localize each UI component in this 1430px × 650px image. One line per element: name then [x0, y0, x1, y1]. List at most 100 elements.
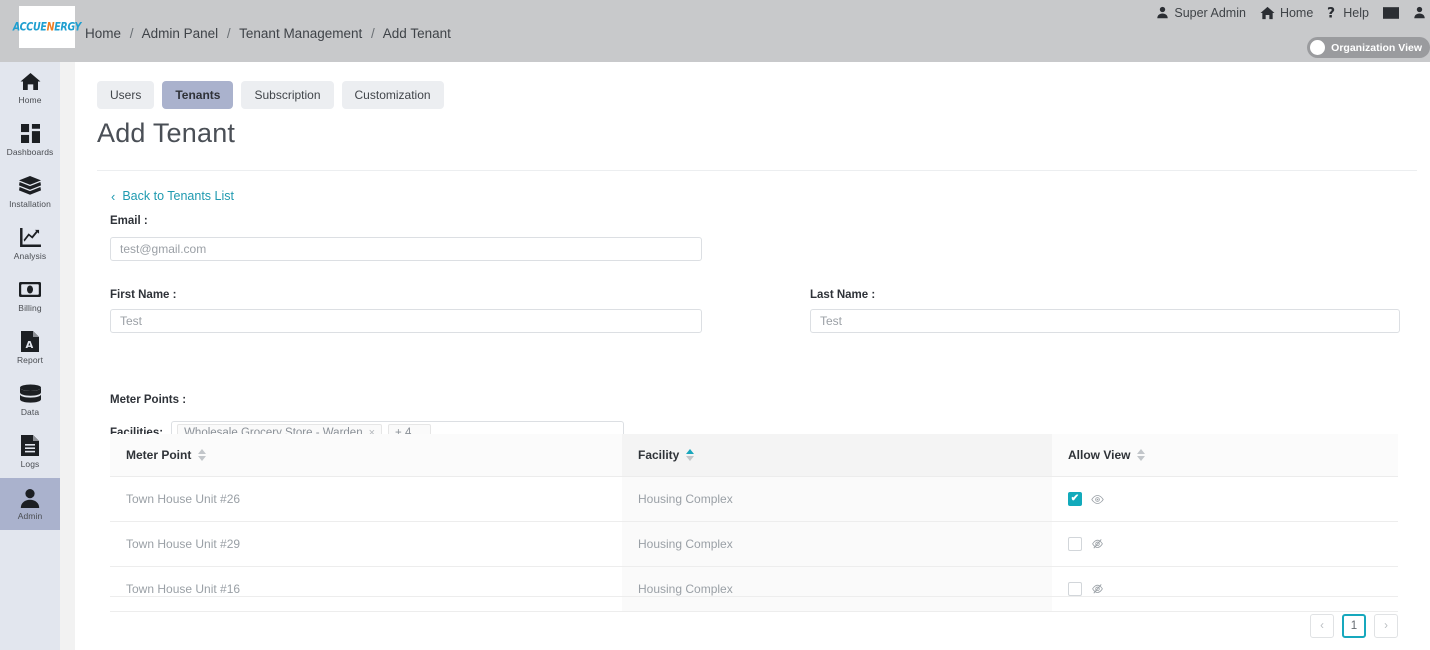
page-title: Add Tenant — [97, 118, 236, 148]
meter-points-label: Meter Points : — [110, 394, 187, 406]
person-icon — [1156, 6, 1169, 19]
logo-main: ACCUE — [12, 20, 47, 34]
header-home-label: Home — [1279, 5, 1314, 20]
admin-icon — [20, 487, 40, 508]
breadcrumb-item-home[interactable]: Home — [85, 26, 121, 41]
home-icon — [1260, 6, 1275, 20]
breadcrumb-separator: / — [371, 26, 375, 41]
svg-text:?: ? — [1327, 6, 1335, 21]
sidebar-item-installation[interactable]: Installation — [0, 166, 60, 218]
column-header-allow-view[interactable]: Allow View — [1052, 434, 1398, 477]
pagination-page-1[interactable]: 1 — [1342, 614, 1366, 638]
sidebar-item-dashboards[interactable]: Dashboards — [0, 114, 60, 166]
table-head: Meter Point Facility Allow View — [110, 434, 1398, 477]
last-name-input[interactable] — [810, 309, 1400, 333]
sidebar-item-label: Dashboards — [6, 147, 54, 157]
sort-toggle-icon[interactable] — [1137, 449, 1146, 461]
column-header-inner: Facility — [638, 448, 695, 462]
column-header-inner: Allow View — [1068, 448, 1146, 462]
breadcrumb-item-tenant-management[interactable]: Tenant Management — [239, 26, 362, 41]
header-messages-button[interactable] — [1383, 6, 1399, 19]
sort-toggle-icon[interactable] — [686, 449, 695, 461]
sidebar-item-label: Logs — [20, 459, 40, 469]
breadcrumb-separator: / — [129, 26, 134, 41]
allow-view-checkbox[interactable]: ✔ — [1068, 492, 1082, 506]
table-row: Town House Unit #29 Housing Complex — [110, 521, 1398, 567]
home-icon — [20, 71, 41, 92]
chevron-left-icon: ‹ — [111, 188, 116, 204]
mail-icon — [1383, 6, 1399, 19]
brand-logo[interactable]: ACCUENERGY — [13, 6, 81, 48]
sidebar-item-label: Home — [18, 95, 42, 105]
meter-points-table-wrapper: Meter Point Facility Allow View Town House… — [110, 434, 1398, 612]
table-body: Town House Unit #26 Housing Complex ✔ Town … — [110, 476, 1398, 612]
cell-allow-view — [1052, 566, 1398, 612]
email-input[interactable] — [110, 237, 702, 261]
sidebar-item-label: Installation — [9, 199, 51, 209]
cell-facility: Housing Complex — [622, 476, 1052, 522]
report-icon: A — [21, 331, 39, 352]
top-header-bar: ACCUENERGY Home / Admin Panel / Tenant M… — [0, 0, 1430, 62]
cell-allow-view — [1052, 521, 1398, 567]
header-profile-button[interactable] — [1413, 6, 1426, 19]
main-content: Users Tenants Subscription Customization Ad… — [75, 62, 1430, 650]
table-bottom-divider — [110, 596, 1398, 597]
tab-subscription[interactable]: Subscription — [241, 81, 334, 109]
tab-tenants[interactable]: Tenants — [162, 81, 234, 109]
sidebar-item-label: Analysis — [13, 251, 47, 261]
tab-users[interactable]: Users — [97, 81, 155, 109]
logo-tail: ERGY — [54, 20, 82, 34]
column-header-facility[interactable]: Facility — [622, 434, 1052, 477]
sidebar-item-data[interactable]: Data — [0, 374, 60, 426]
data-icon — [19, 383, 41, 404]
cell-facility: Housing Complex — [622, 521, 1052, 567]
table-row: Town House Unit #16 Housing Complex — [110, 566, 1398, 612]
svg-text:A: A — [26, 340, 34, 351]
sidebar-item-logs[interactable]: Logs — [0, 426, 60, 478]
header-home-link[interactable]: Home — [1260, 6, 1313, 20]
meter-points-table: Meter Point Facility Allow View Town House… — [110, 434, 1398, 612]
column-header-label: Allow View — [1068, 448, 1131, 462]
sort-toggle-icon[interactable] — [198, 449, 207, 461]
email-label: Email : — [110, 215, 148, 227]
admin-tabs: Users Tenants Subscription Customization — [97, 81, 444, 109]
sidebar-item-home[interactable]: Home — [0, 62, 60, 114]
header-help-label: Help — [1343, 5, 1369, 20]
header-help-link[interactable]: ? Help — [1327, 5, 1369, 22]
sidebar-item-label: Report — [16, 355, 44, 365]
left-sidebar: Home Dashboards Installation Analysis Billin… — [0, 62, 60, 650]
allow-view-control — [1068, 537, 1398, 551]
avatar-icon — [1413, 6, 1426, 19]
toggle-knob — [1310, 40, 1326, 55]
pagination-next-button[interactable]: › — [1374, 614, 1398, 638]
eye-off-icon[interactable] — [1091, 538, 1104, 550]
app-root: ACCUENERGY Home / Admin Panel / Tenant M… — [0, 0, 1430, 650]
cell-facility: Housing Complex — [622, 566, 1052, 612]
tab-customization[interactable]: Customization — [341, 81, 444, 109]
dashboards-icon — [20, 123, 40, 144]
back-to-tenants-list-link[interactable]: ‹ Back to Tenants List — [111, 189, 234, 203]
eye-icon[interactable] — [1091, 494, 1104, 505]
eye-off-icon[interactable] — [1091, 583, 1104, 595]
header-user-account[interactable]: Super Admin — [1156, 6, 1246, 20]
column-header-meter-point[interactable]: Meter Point — [110, 434, 622, 477]
billing-icon — [19, 279, 41, 300]
logs-icon — [21, 435, 39, 456]
allow-view-checkbox[interactable] — [1068, 582, 1082, 596]
sidebar-item-report[interactable]: A Report — [0, 322, 60, 374]
cell-meter-point: Town House Unit #16 — [110, 566, 622, 612]
sidebar-item-admin[interactable]: Admin — [0, 478, 60, 530]
first-name-input[interactable] — [110, 309, 702, 333]
allow-view-control — [1068, 582, 1398, 596]
sidebar-item-label: Billing — [18, 303, 42, 313]
sidebar-item-analysis[interactable]: Analysis — [0, 218, 60, 270]
breadcrumb-item-admin-panel[interactable]: Admin Panel — [142, 26, 219, 41]
sidebar-item-billing[interactable]: Billing — [0, 270, 60, 322]
allow-view-checkbox[interactable] — [1068, 537, 1082, 551]
table-header-row: Meter Point Facility Allow View — [110, 434, 1398, 477]
pagination-prev-button[interactable]: ‹ — [1310, 614, 1334, 638]
breadcrumb-item-add-tenant: Add Tenant — [382, 26, 451, 41]
header-user-name: Super Admin — [1174, 5, 1246, 20]
column-header-inner: Meter Point — [126, 448, 207, 462]
organization-view-toggle[interactable]: Organization View — [1307, 37, 1430, 58]
